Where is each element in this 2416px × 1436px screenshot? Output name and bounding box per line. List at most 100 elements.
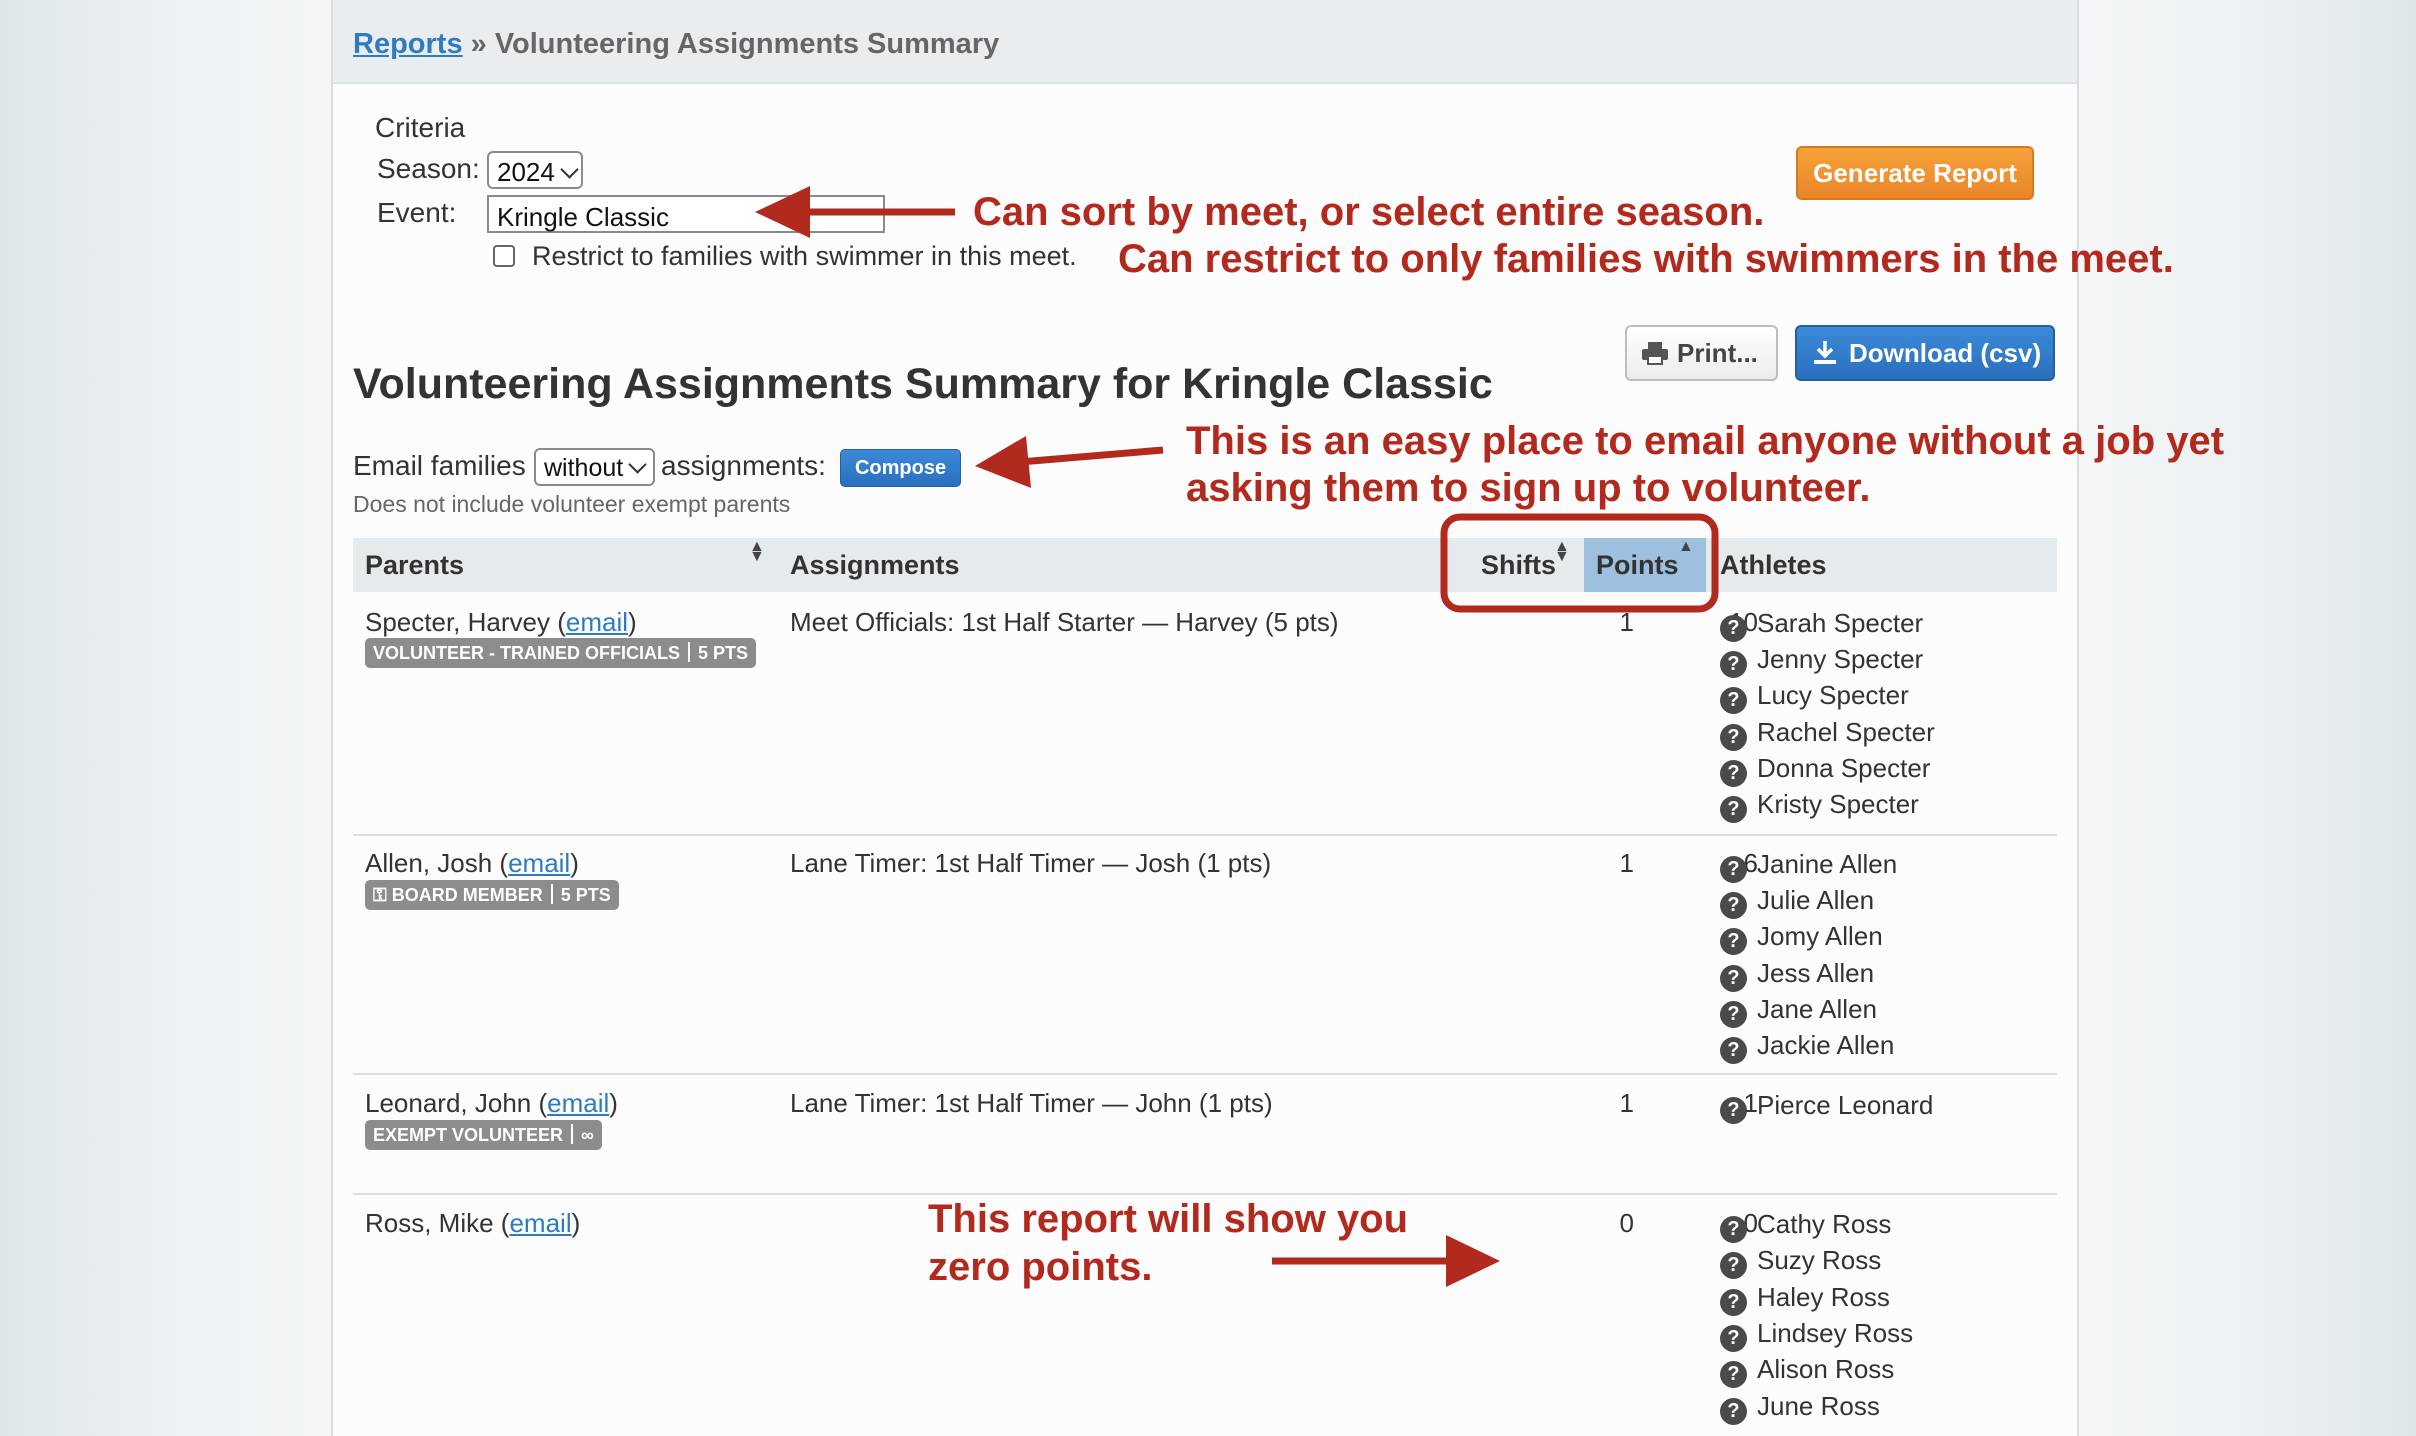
criteria-heading: Criteria <box>375 112 466 143</box>
sort-icon[interactable]: ▲ ▼ <box>1554 539 1570 565</box>
help-icon[interactable]: ? <box>1720 1037 1747 1064</box>
annotation-email-line1: This is an easy place to email anyone wi… <box>1186 419 2225 463</box>
list-item: ? Julie Allen <box>1720 885 1874 921</box>
list-item: ? Janine Allen <box>1720 849 1897 885</box>
print-label: Print... <box>1677 338 1758 368</box>
column-parents[interactable]: Parents <box>365 538 464 592</box>
event-label: Event: <box>377 197 457 228</box>
parent-name: Specter, Harvey <box>365 607 550 637</box>
parent-name: Allen, Josh <box>365 848 493 878</box>
table-row-parent: Leonard, John (email) <box>365 1088 618 1118</box>
email-families-label: Email families <box>353 450 526 481</box>
help-icon[interactable]: ? <box>1720 1361 1747 1388</box>
download-label: Download (csv) <box>1849 338 2042 368</box>
panel-header: Reports » Volunteering Assignments Summa… <box>333 0 2077 84</box>
annotation-sort: Can sort by meet, or select entire seaso… <box>973 190 1765 234</box>
list-item: ? Alison Ross <box>1720 1354 1894 1390</box>
help-icon[interactable]: ? <box>1720 1398 1747 1425</box>
badge-value: ∞ <box>581 1125 594 1145</box>
help-icon[interactable]: ? <box>1720 1252 1747 1279</box>
annotation-email-line2: asking them to sign up to volunteer. <box>1186 466 1871 510</box>
help-icon[interactable]: ? <box>1720 928 1747 955</box>
generate-report-button[interactable]: Generate Report <box>1796 146 2034 200</box>
help-icon[interactable]: ? <box>1720 724 1747 751</box>
help-icon[interactable]: ? <box>1720 965 1747 992</box>
breadcrumb-separator: » <box>470 28 487 60</box>
compose-button[interactable]: Compose <box>840 449 961 487</box>
assignment-text: Lane Timer: 1st Half Timer — Josh (1 pts… <box>790 848 1272 878</box>
table-row-parent: Allen, Josh (email) <box>365 848 579 878</box>
email-link[interactable]: email <box>508 848 570 878</box>
restrict-label: Restrict to families with swimmer in thi… <box>532 241 1077 271</box>
annotation-restrict: Can restrict to only families with swimm… <box>1118 237 2174 281</box>
sort-icon[interactable]: ▲ <box>1678 539 1694 555</box>
breadcrumb-current: Volunteering Assignments Summary <box>494 28 1000 60</box>
breadcrumb: Reports » Volunteering Assignments Summa… <box>353 28 999 61</box>
parent-name: Leonard, John <box>365 1088 532 1118</box>
list-item: ? Donna Specter <box>1720 753 1930 789</box>
list-item: ? Jackie Allen <box>1720 1030 1894 1066</box>
help-icon[interactable]: ? <box>1720 1097 1747 1124</box>
help-icon[interactable]: ? <box>1720 615 1747 642</box>
table-row-parent: Specter, Harvey (email) <box>365 607 637 637</box>
help-icon[interactable]: ? <box>1720 892 1747 919</box>
annotation-zero-line1: This report will show you <box>928 1197 1409 1241</box>
column-assignments: Assignments <box>790 550 960 580</box>
list-item: ? Haley Ross <box>1720 1282 1890 1318</box>
badge-value: 5 PTS <box>560 885 611 905</box>
sort-icon[interactable]: ▲ ▼ <box>749 539 765 565</box>
badge-value: 5 PTS <box>698 643 749 663</box>
row-divider <box>353 834 2057 836</box>
list-item: ? Jomy Allen <box>1720 921 1883 957</box>
help-icon[interactable]: ? <box>1720 687 1747 714</box>
help-icon[interactable]: ? <box>1720 1216 1747 1243</box>
download-csv-button[interactable]: Download (csv) <box>1795 325 2055 381</box>
list-item: ? Pierce Leonard <box>1720 1090 1933 1126</box>
list-item: ? Lucy Specter <box>1720 680 1909 716</box>
help-icon[interactable]: ? <box>1720 1289 1747 1316</box>
list-item: ? Jess Allen <box>1720 958 1874 994</box>
email-link[interactable]: email <box>547 1088 609 1118</box>
event-field[interactable]: Kringle Classic <box>487 195 885 233</box>
email-link[interactable]: email <box>509 1208 571 1238</box>
help-icon[interactable]: ? <box>1720 760 1747 787</box>
column-shifts[interactable]: Shifts <box>1481 538 1556 592</box>
help-icon[interactable]: ? <box>1720 796 1747 823</box>
report-title: Volunteering Assignments Summary for Kri… <box>353 360 1493 408</box>
shifts-value: 1 <box>1619 848 1634 878</box>
table-header: Parents ▲ ▼ Assignments Shifts ▲ ▼ Points … <box>353 538 2057 592</box>
assignment-text: Meet Officials: 1st Half Starter — Harve… <box>790 607 1339 637</box>
printer-icon <box>1642 342 1668 365</box>
list-item: ? June Ross <box>1720 1391 1880 1427</box>
help-icon[interactable]: ? <box>1720 651 1747 678</box>
exempt-note: Does not include volunteer exempt parent… <box>353 491 791 517</box>
assignments-label: assignments: <box>661 450 826 481</box>
print-button[interactable]: Print... <box>1625 325 1778 381</box>
column-athletes: Athletes <box>1720 550 1827 580</box>
assignment-text: Lane Timer: 1st Half Timer — John (1 pts… <box>790 1088 1273 1118</box>
list-item: ? Rachel Specter <box>1720 717 1935 753</box>
chevron-down-icon <box>560 160 579 179</box>
status-badge: VOLUNTEER - TRAINED OFFICIALS 5 PTS <box>365 638 757 668</box>
restrict-checkbox[interactable] <box>493 245 515 267</box>
badge-label: EXEMPT VOLUNTEER <box>373 1125 564 1145</box>
list-item: ? Cathy Ross <box>1720 1209 1891 1245</box>
season-value: 2024 <box>497 157 555 187</box>
season-select[interactable]: 2024 <box>487 151 583 189</box>
status-badge: ⚿ BOARD MEMBER 5 PTS <box>365 880 619 910</box>
email-filter-value: without <box>544 454 624 482</box>
list-item: ? Jane Allen <box>1720 994 1877 1030</box>
email-link[interactable]: email <box>566 607 628 637</box>
list-item: ? Sarah Specter <box>1720 608 1923 644</box>
list-item: ? Jenny Specter <box>1720 644 1923 680</box>
season-label: Season: <box>377 153 480 184</box>
parent-name: Ross, Mike <box>365 1208 494 1238</box>
email-filter-select[interactable]: without <box>534 448 655 486</box>
help-icon[interactable]: ? <box>1720 856 1747 883</box>
help-icon[interactable]: ? <box>1720 1325 1747 1352</box>
help-icon[interactable]: ? <box>1720 1001 1747 1028</box>
breadcrumb-reports-link[interactable]: Reports <box>353 28 463 60</box>
list-item: ? Suzy Ross <box>1720 1245 1881 1281</box>
badge-label: VOLUNTEER - TRAINED OFFICIALS <box>373 643 680 663</box>
shifts-value: 0 <box>1619 1208 1634 1238</box>
